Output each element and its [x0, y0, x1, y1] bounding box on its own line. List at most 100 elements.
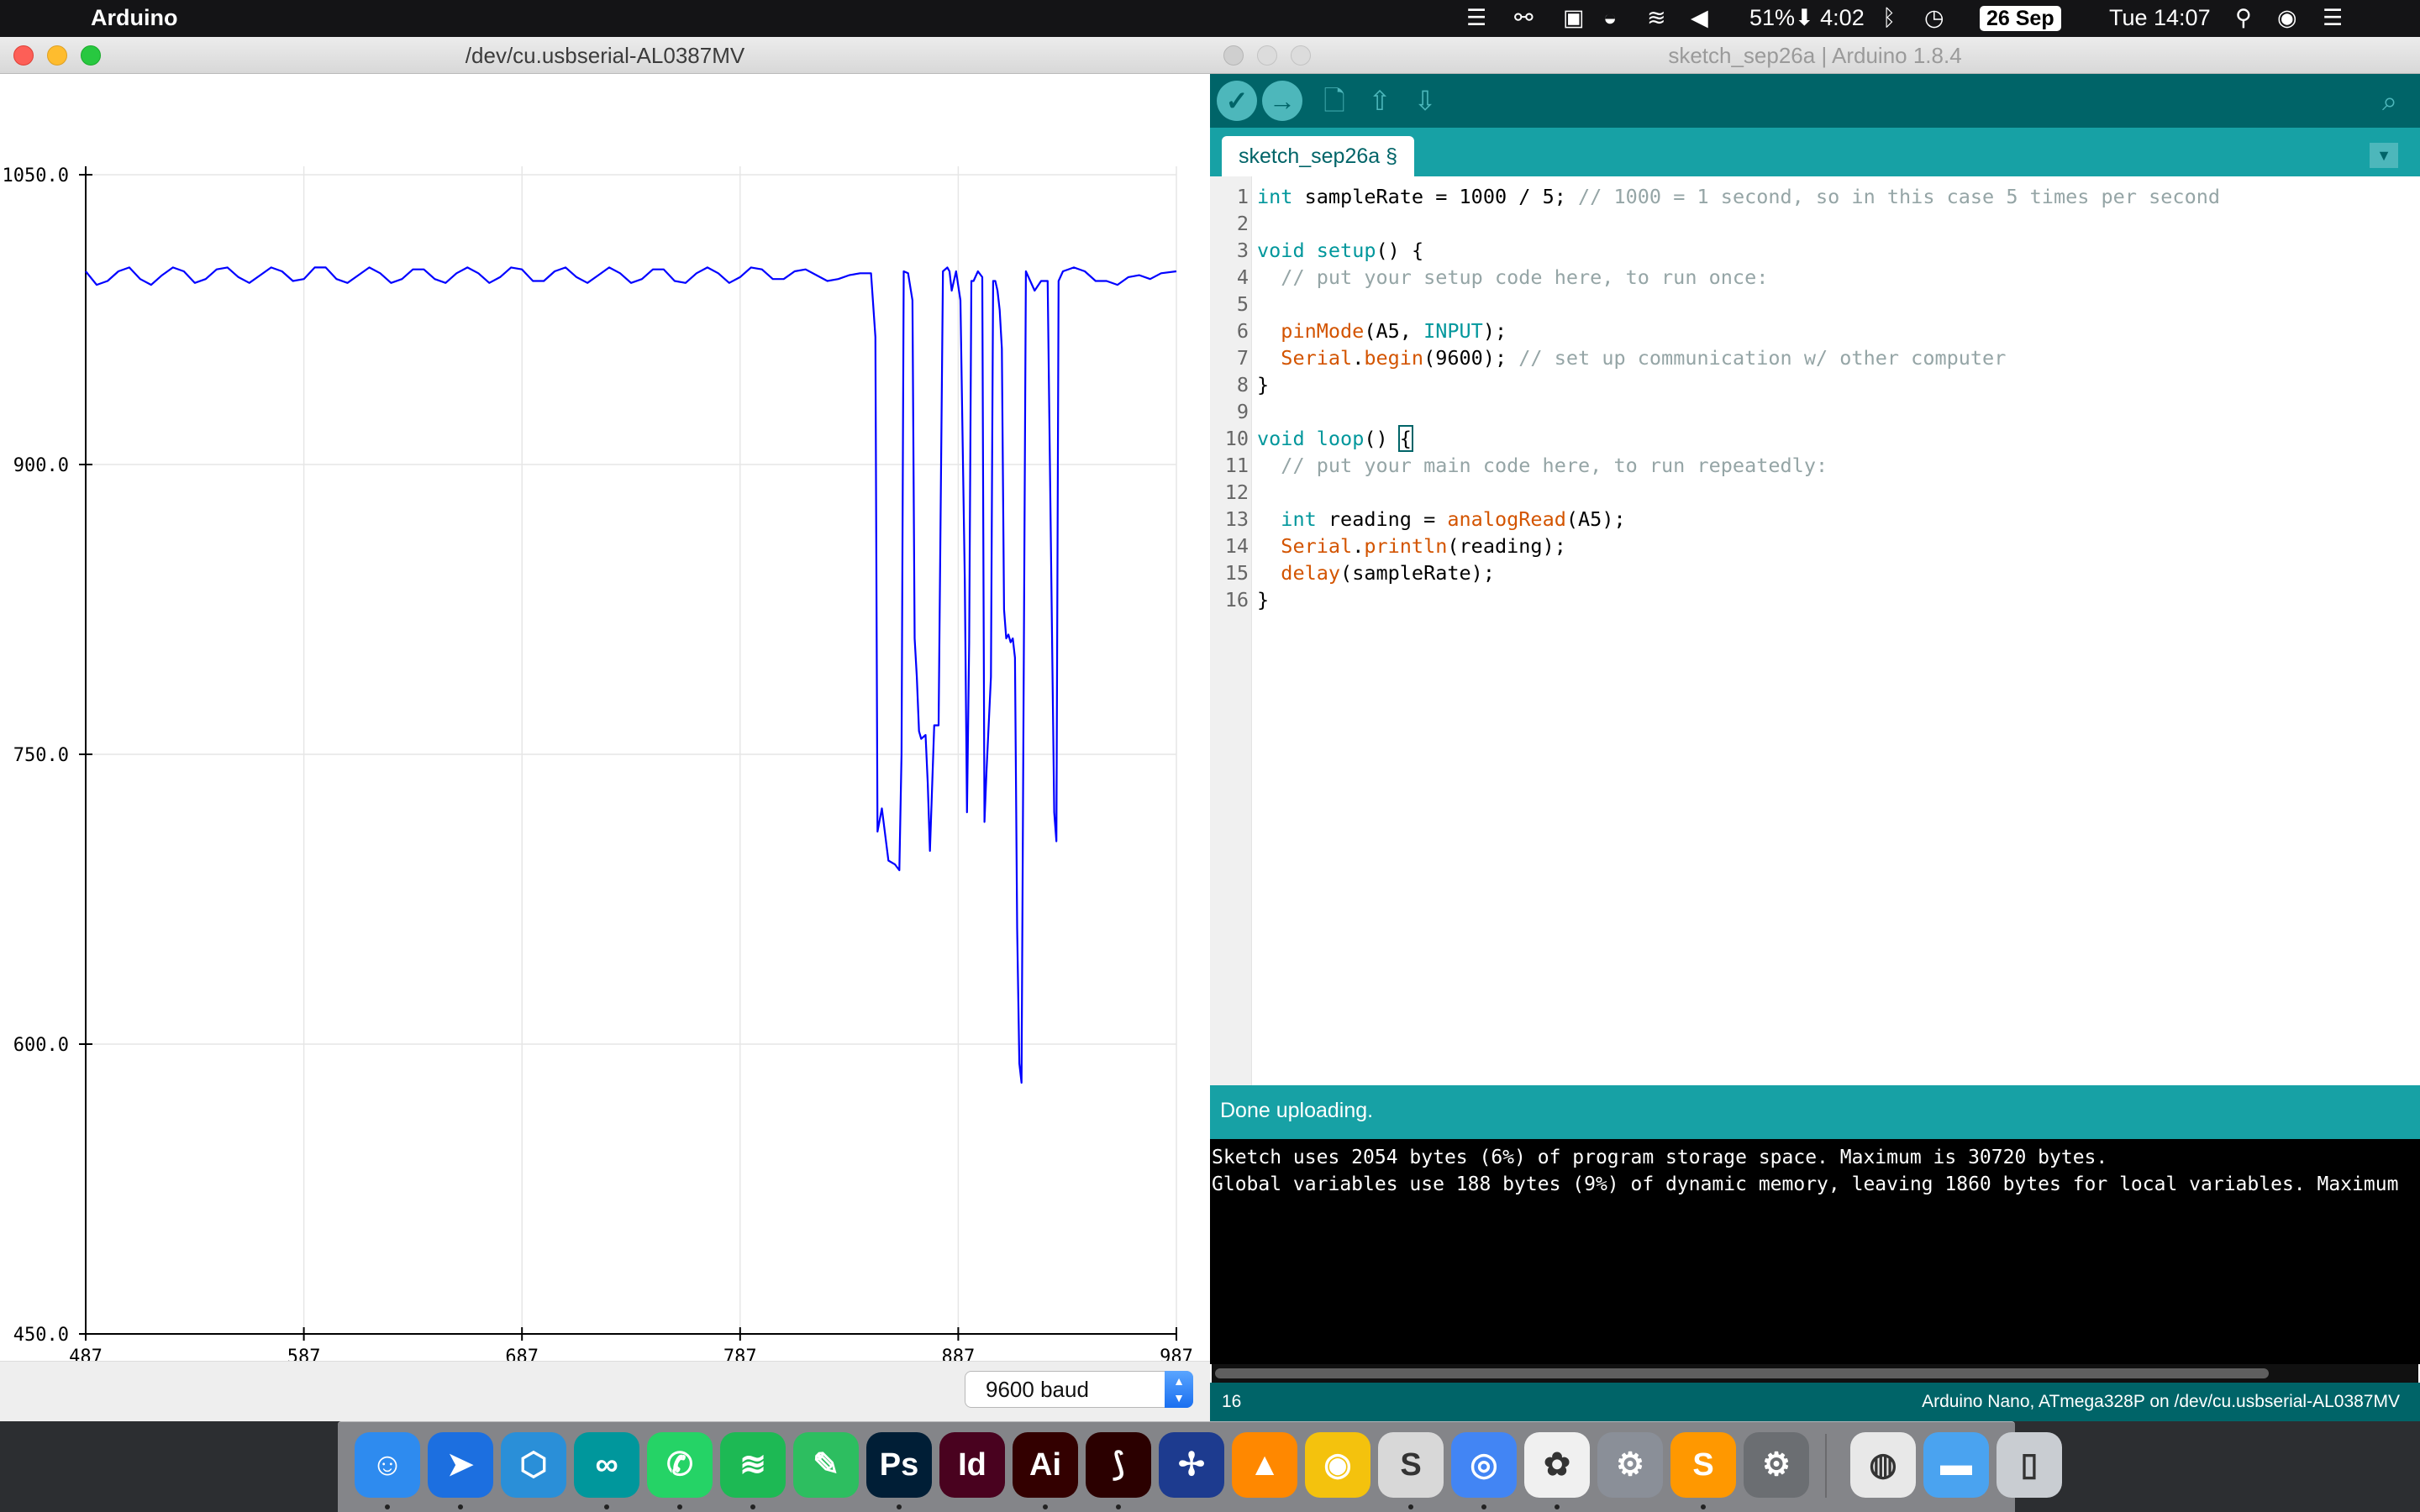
console-line: Sketch uses 2054 bytes (6%) of program s… [1212, 1147, 2108, 1168]
code-token: . [1352, 534, 1365, 558]
code-keyword: int [1281, 507, 1317, 531]
open-icon[interactable]: ⇧ [1360, 81, 1400, 121]
tab-sketch-sep26a[interactable]: sketch_sep26a § [1222, 136, 1415, 176]
line-number: 8 [1236, 373, 1249, 396]
serial-monitor-icon[interactable]: ⌕ [2370, 81, 2410, 121]
zoom-button[interactable] [1291, 45, 1311, 66]
dock-photoshop-icon[interactable]: Ps [866, 1432, 932, 1498]
close-button[interactable] [1223, 45, 1244, 66]
code-text: pinMode(A5, INPUT); [1257, 318, 1507, 344]
dock-sublime-icon[interactable]: S [1670, 1432, 1736, 1498]
dock-illustrator-icon[interactable]: Ai [1013, 1432, 1078, 1498]
code-function: begin [1364, 346, 1424, 370]
minimize-button[interactable] [1257, 45, 1277, 66]
x-tick-label: 987 [1160, 1347, 1193, 1361]
console-line: Global variables use 188 bytes (9%) of d… [1212, 1173, 2399, 1195]
siri-icon[interactable]: ◉ [2277, 5, 2297, 31]
dock-trash-icon[interactable]: ▯ [1996, 1432, 2062, 1498]
dock-vlc-icon[interactable]: ▲ [1232, 1432, 1297, 1498]
notification-center-icon[interactable]: ☰ [2323, 5, 2343, 31]
code-text: // put your setup code here, to run once… [1257, 264, 1768, 291]
clock[interactable]: Tue 14:07 [2109, 5, 2211, 31]
y-tick-label: 450.0 [13, 1325, 69, 1346]
dock-scrivener-icon[interactable]: S [1378, 1432, 1444, 1498]
screenshot-icon[interactable]: ▣ [1563, 5, 1585, 31]
dock-preview-doc-icon[interactable]: ◍ [1850, 1432, 1916, 1498]
dock-folder-icon[interactable]: ▬ [1923, 1432, 1989, 1498]
spotlight-icon[interactable]: ⚲ [2235, 5, 2252, 31]
dock-app-store-like-icon[interactable]: ⬡ [501, 1432, 566, 1498]
wifi-icon[interactable]: ≋ [1647, 5, 1666, 31]
time-machine-icon[interactable]: ◷ [1924, 5, 1944, 31]
line-number: 14 [1224, 534, 1249, 558]
dock-evernote-icon[interactable]: ✎ [793, 1432, 859, 1498]
volume-icon[interactable]: ◀ [1691, 5, 1708, 31]
layers-icon[interactable]: ☰ [1466, 5, 1486, 31]
code-editor[interactable]: 1 int sampleRate = 1000 / 5; // 1000 = 1 … [1210, 176, 2420, 1217]
tab-menu-dropdown-icon[interactable]: ▼ [2370, 143, 2398, 168]
code-token: (A5, [1364, 319, 1424, 343]
new-file-icon[interactable]: 🗋 [1314, 81, 1355, 121]
code-text: Serial.begin(9600); // set up communicat… [1257, 344, 2006, 371]
code-function: analogRead [1447, 507, 1566, 531]
code-text: delay(sampleRate); [1257, 559, 1495, 586]
dock-finder-icon[interactable]: ☺ [355, 1432, 420, 1498]
dock-system-preferences-icon[interactable]: ⚙ [1744, 1432, 1809, 1498]
zoom-button[interactable] [81, 45, 101, 66]
upload-button[interactable]: → [1262, 81, 1302, 121]
plotter-titlebar[interactable]: /dev/cu.usbserial-AL0387MV [0, 37, 1210, 74]
x-tick-label: 887 [942, 1347, 976, 1361]
app-menu-arduino[interactable]: Arduino [91, 5, 177, 31]
ide-title: sketch_sep26a | Arduino 1.8.4 [1668, 43, 1962, 68]
x-tick-label: 687 [505, 1347, 539, 1361]
select-arrows-icon: ▲ ▼ [1165, 1371, 1193, 1408]
dock-running-indicator [458, 1504, 463, 1509]
dock-indesign-icon[interactable]: Id [939, 1432, 1005, 1498]
y-tick-label: 1050.0 [3, 165, 69, 186]
code-comment: // put your setup code here, to run once… [1281, 265, 1769, 289]
dock-whatsapp-icon[interactable]: ✆ [647, 1432, 713, 1498]
dock-arduino-icon[interactable]: ∞ [574, 1432, 639, 1498]
code-function: Serial [1281, 346, 1353, 370]
ide-titlebar[interactable]: sketch_sep26a | Arduino 1.8.4 [1210, 37, 2420, 74]
code-token: sampleRate = 1000 / 5; [1292, 185, 1579, 208]
save-icon[interactable]: ⇩ [1405, 81, 1445, 121]
serial-plot: 1050.0 900.0 750.0 600.0 450.0487 587 687 787 88… [3, 165, 1193, 1361]
dock-photos-icon[interactable]: ✿ [1524, 1432, 1590, 1498]
dock-spotify-icon[interactable]: ≋ [720, 1432, 786, 1498]
verify-button[interactable]: ✓ [1217, 81, 1257, 121]
line-number: 10 [1224, 427, 1249, 450]
dock-running-indicator [1481, 1504, 1486, 1509]
current-line-number: 16 [1222, 1392, 1242, 1411]
bluetooth-icon[interactable]: ᛒ [1882, 5, 1896, 31]
battery-status[interactable]: 51%⬇︎ 4:02 [1749, 5, 1865, 31]
close-button[interactable] [13, 45, 34, 66]
dock-cyberduck-icon[interactable]: ◉ [1305, 1432, 1370, 1498]
dock-transmission-icon[interactable]: ⚙ [1597, 1432, 1663, 1498]
baud-rate-select[interactable]: 9600 baud ▲ ▼ [965, 1371, 1193, 1408]
glasses-icon[interactable]: ⚯ [1514, 5, 1534, 31]
console-horizontal-scrollbar[interactable] [1212, 1364, 2418, 1383]
dock-joystick-icon[interactable]: ✢ [1159, 1432, 1224, 1498]
dock-acrobat-icon[interactable]: ⟆ [1086, 1432, 1151, 1498]
code-function: delay [1281, 561, 1341, 585]
baud-rate-value: 9600 baud [986, 1377, 1089, 1402]
dock-navigation-icon[interactable]: ➤ [428, 1432, 493, 1498]
dock-chrome-icon[interactable]: ◎ [1451, 1432, 1517, 1498]
code-text: void loop() { [1257, 425, 1413, 452]
drive-icon[interactable]: ◒ [1603, 5, 1617, 31]
line-number: 6 [1236, 319, 1249, 343]
minimize-button[interactable] [47, 45, 67, 66]
scrollbar-thumb[interactable] [1215, 1368, 2269, 1378]
line-number: 1 [1236, 185, 1249, 208]
dock-running-indicator [1408, 1504, 1413, 1509]
date-badge[interactable]: 26 Sep [1980, 6, 2061, 31]
x-tick-label: 587 [287, 1347, 321, 1361]
